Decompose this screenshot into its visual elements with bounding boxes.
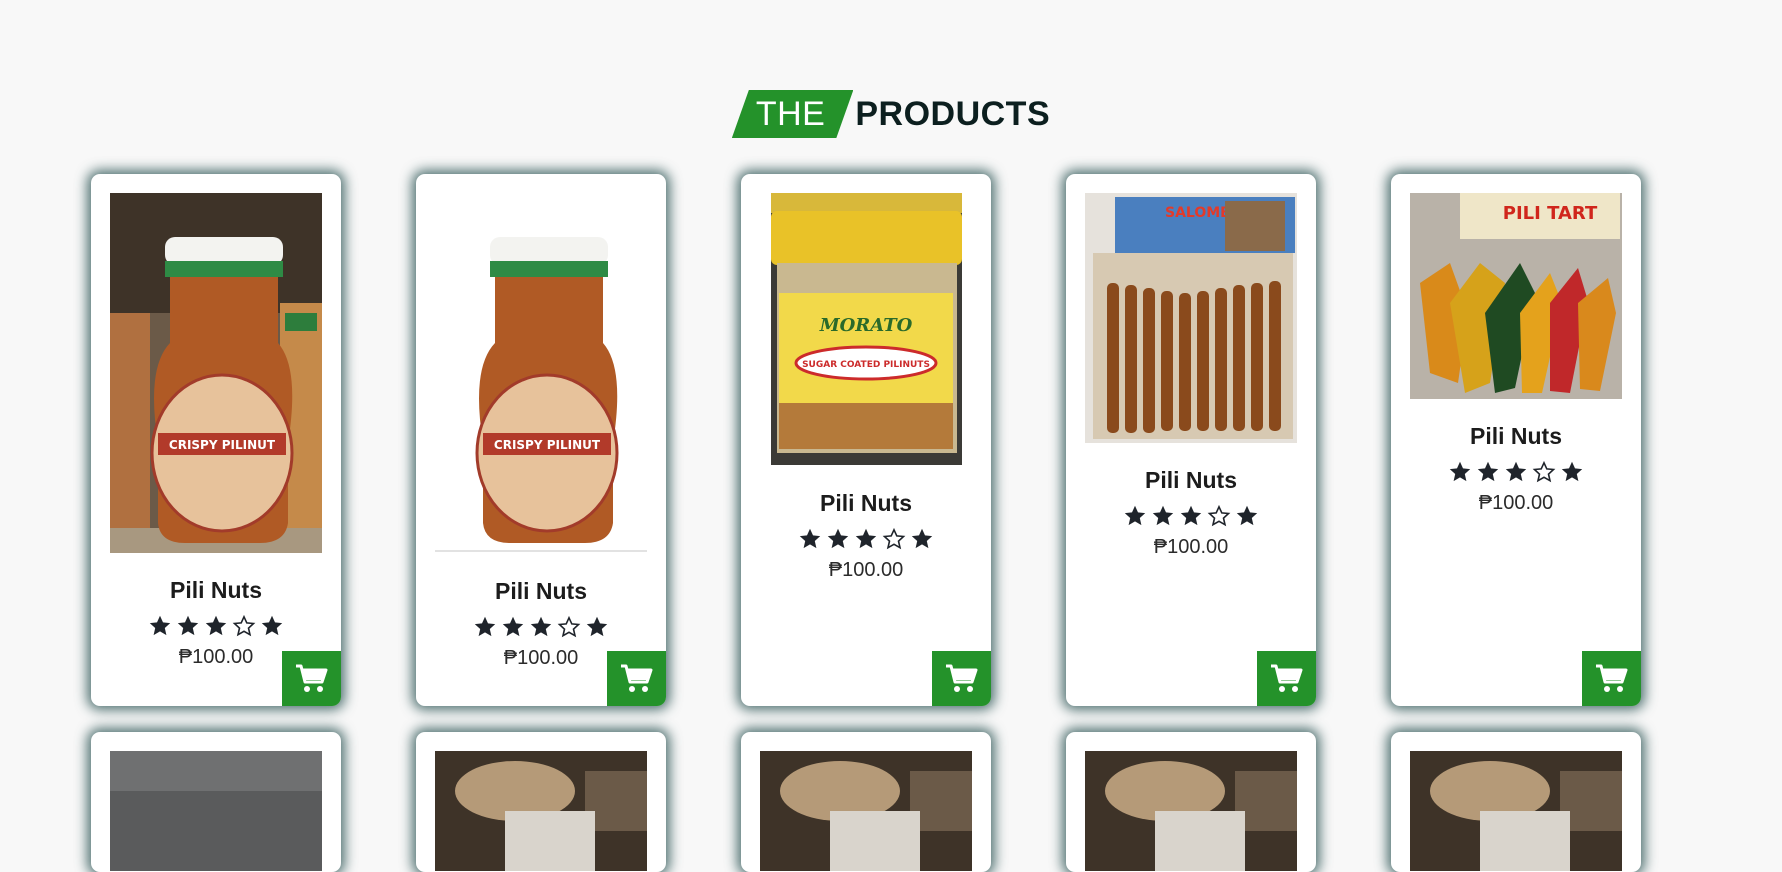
add-to-cart-button[interactable] <box>1582 651 1641 706</box>
star-empty-icon <box>232 614 256 638</box>
star-filled-icon <box>1151 504 1175 528</box>
rating-stars <box>416 615 666 643</box>
product-image[interactable] <box>760 751 972 871</box>
product-price: ₱100.00 <box>1153 536 1229 558</box>
star-empty-icon <box>1207 504 1231 528</box>
svg-text:CRISPY PILINUT: CRISPY PILINUT <box>494 438 601 452</box>
star-filled-icon <box>529 615 553 639</box>
product-card[interactable]: CRISPY PILINUT Pili Nuts ₱100.00 <box>416 174 666 706</box>
product-image[interactable] <box>1410 751 1622 871</box>
star-filled-icon <box>854 527 878 551</box>
svg-text:PILI TART: PILI TART <box>1503 203 1598 224</box>
heading-title: PRODUCTS <box>855 94 1051 133</box>
cart-icon <box>1270 664 1304 694</box>
star-empty-icon <box>1532 460 1556 484</box>
product-card[interactable] <box>741 732 991 872</box>
product-image[interactable] <box>1085 751 1297 871</box>
product-card[interactable] <box>91 732 341 872</box>
product-image[interactable]: SALOME <box>1085 193 1297 443</box>
star-filled-icon <box>1448 460 1472 484</box>
section-heading: THE PRODUCTS <box>0 89 1782 139</box>
svg-text:CRISPY PILINUT: CRISPY PILINUT <box>169 438 276 452</box>
product-card[interactable]: CRISPY PILINUT Pili Nuts ₱100.00 <box>91 174 341 706</box>
star-filled-icon <box>1179 504 1203 528</box>
star-filled-icon <box>1560 460 1584 484</box>
star-filled-icon <box>176 614 200 638</box>
rating-stars <box>741 527 991 555</box>
star-filled-icon <box>910 527 934 551</box>
product-card[interactable] <box>1066 732 1316 872</box>
svg-text:SALOME: SALOME <box>1165 205 1230 221</box>
cart-icon <box>1595 664 1629 694</box>
star-filled-icon <box>501 615 525 639</box>
product-price: ₱100.00 <box>1478 492 1554 514</box>
svg-text:MORATO: MORATO <box>819 315 913 336</box>
star-filled-icon <box>473 615 497 639</box>
add-to-cart-button[interactable] <box>1257 651 1316 706</box>
product-name[interactable]: Pili Nuts <box>91 574 341 606</box>
product-card[interactable]: SALOME Pili Nuts ₱100.00 <box>1066 174 1316 706</box>
svg-text:SUGAR COATED PILINUTS: SUGAR COATED PILINUTS <box>802 360 930 370</box>
cart-icon <box>945 664 979 694</box>
product-name[interactable]: Pili Nuts <box>1391 420 1641 452</box>
product-card[interactable] <box>1391 732 1641 872</box>
star-filled-icon <box>1476 460 1500 484</box>
product-image[interactable]: CRISPY PILINUT <box>110 193 322 553</box>
product-name[interactable]: Pili Nuts <box>416 575 666 607</box>
star-filled-icon <box>204 614 228 638</box>
star-filled-icon <box>585 615 609 639</box>
rating-stars <box>91 614 341 642</box>
product-image[interactable] <box>435 751 647 871</box>
heading-prefix: THE <box>731 90 854 138</box>
star-empty-icon <box>557 615 581 639</box>
star-filled-icon <box>148 614 172 638</box>
product-image[interactable]: CRISPY PILINUT <box>435 193 647 555</box>
product-name[interactable]: Pili Nuts <box>741 487 991 519</box>
star-filled-icon <box>1504 460 1528 484</box>
product-image[interactable]: PILI TART <box>1410 193 1622 399</box>
product-price: ₱100.00 <box>828 559 904 581</box>
star-empty-icon <box>882 527 906 551</box>
star-filled-icon <box>260 614 284 638</box>
product-card[interactable]: PILI TART Pili Nuts ₱100.00 <box>1391 174 1641 706</box>
add-to-cart-button[interactable] <box>282 651 341 706</box>
product-image[interactable] <box>110 751 322 871</box>
rating-stars <box>1391 460 1641 488</box>
product-name[interactable]: Pili Nuts <box>1066 464 1316 496</box>
cart-icon <box>295 664 329 694</box>
add-to-cart-button[interactable] <box>932 651 991 706</box>
product-card[interactable] <box>416 732 666 872</box>
star-filled-icon <box>798 527 822 551</box>
star-filled-icon <box>1235 504 1259 528</box>
star-filled-icon <box>826 527 850 551</box>
cart-icon <box>620 664 654 694</box>
star-filled-icon <box>1123 504 1147 528</box>
product-image[interactable]: MORATO SUGAR COATED PILINUTS <box>771 193 962 465</box>
rating-stars <box>1066 504 1316 532</box>
product-card[interactable]: MORATO SUGAR COATED PILINUTS Pili Nuts ₱… <box>741 174 991 706</box>
add-to-cart-button[interactable] <box>607 651 666 706</box>
